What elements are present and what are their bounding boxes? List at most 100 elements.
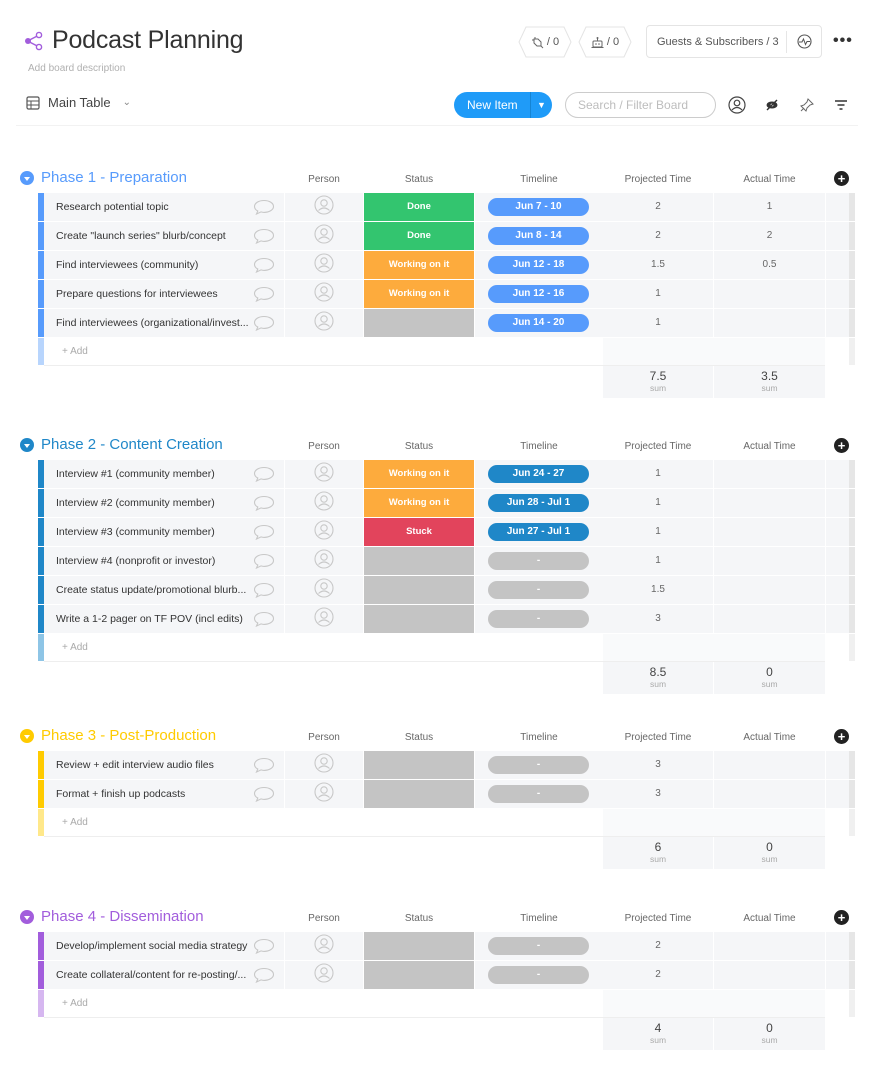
item-name[interactable]: Create collateral/content for re-posting… xyxy=(44,961,284,989)
hide-columns-button[interactable] xyxy=(762,95,782,115)
projected-time-cell[interactable]: 2 xyxy=(603,222,713,250)
activity-button[interactable] xyxy=(787,34,821,49)
item-name[interactable]: Review + edit interview audio files xyxy=(44,751,284,779)
table-row[interactable]: Format + finish up podcasts -3 xyxy=(0,780,874,809)
item-name[interactable]: Interview #2 (community member) xyxy=(44,489,284,517)
timeline-pill[interactable]: - xyxy=(488,610,589,628)
person-cell[interactable] xyxy=(285,932,363,960)
status-cell[interactable]: Working on it xyxy=(364,489,474,517)
timeline-cell[interactable]: Jun 12 - 18 xyxy=(475,251,603,279)
projected-time-cell[interactable]: 3 xyxy=(603,605,713,633)
timeline-pill[interactable]: Jun 14 - 20 xyxy=(488,314,589,332)
timeline-cell[interactable]: Jun 8 - 14 xyxy=(475,222,603,250)
timeline-cell[interactable]: - xyxy=(475,547,603,575)
table-row[interactable]: Prepare questions for interviewees Workin… xyxy=(0,280,874,309)
status-cell[interactable] xyxy=(364,932,474,960)
projected-time-cell[interactable]: 1.5 xyxy=(603,251,713,279)
view-switcher[interactable]: Main Table ⌄ xyxy=(26,95,131,110)
column-header-person[interactable]: Person xyxy=(285,913,363,924)
chevron-down-icon[interactable]: ▼ xyxy=(531,100,552,110)
chat-bubble-icon[interactable] xyxy=(253,967,275,984)
actual-time-cell[interactable] xyxy=(714,932,825,960)
timeline-pill[interactable]: Jun 28 - Jul 1 xyxy=(488,494,589,512)
add-item-row[interactable]: + Add xyxy=(0,809,874,837)
status-cell[interactable] xyxy=(364,309,474,337)
status-cell[interactable] xyxy=(364,605,474,633)
column-header-projected-time[interactable]: Projected Time xyxy=(603,174,713,185)
timeline-pill[interactable]: Jun 7 - 10 xyxy=(488,198,589,216)
add-item-row[interactable]: + Add xyxy=(0,990,874,1018)
column-header-status[interactable]: Status xyxy=(364,174,474,185)
status-cell[interactable]: Working on it xyxy=(364,460,474,488)
projected-time-cell[interactable]: 3 xyxy=(603,780,713,808)
column-header-timeline[interactable]: Timeline xyxy=(475,441,603,452)
person-cell[interactable] xyxy=(285,547,363,575)
group-title[interactable]: Phase 4 - Dissemination xyxy=(41,908,204,925)
column-header-actual-time[interactable]: Actual Time xyxy=(714,913,825,924)
table-row[interactable]: Interview #1 (community member) Working o… xyxy=(0,460,874,489)
timeline-cell[interactable]: Jun 14 - 20 xyxy=(475,309,603,337)
actual-time-cell[interactable] xyxy=(714,460,825,488)
item-name[interactable]: Interview #4 (nonprofit or investor) xyxy=(44,547,284,575)
timeline-pill[interactable]: Jun 12 - 16 xyxy=(488,285,589,303)
item-name[interactable]: Create "launch series" blurb/concept xyxy=(44,222,284,250)
chat-bubble-icon[interactable] xyxy=(253,466,275,483)
column-header-person[interactable]: Person xyxy=(285,441,363,452)
actual-time-cell[interactable] xyxy=(714,751,825,779)
more-options-icon[interactable]: ••• xyxy=(833,32,853,50)
timeline-cell[interactable]: Jun 28 - Jul 1 xyxy=(475,489,603,517)
item-name[interactable]: Find interviewees (community) xyxy=(44,251,284,279)
column-header-timeline[interactable]: Timeline xyxy=(475,913,603,924)
timeline-cell[interactable]: - xyxy=(475,961,603,989)
chat-bubble-icon[interactable] xyxy=(253,286,275,303)
pin-button[interactable] xyxy=(797,95,817,115)
collapse-group-icon[interactable] xyxy=(20,910,34,924)
chat-bubble-icon[interactable] xyxy=(253,524,275,541)
item-name[interactable]: Prepare questions for interviewees xyxy=(44,280,284,308)
status-cell[interactable] xyxy=(364,780,474,808)
item-name[interactable]: Research potential topic xyxy=(44,193,284,221)
item-name[interactable]: Interview #1 (community member) xyxy=(44,460,284,488)
item-name[interactable]: Format + finish up podcasts xyxy=(44,780,284,808)
add-column-icon[interactable]: + xyxy=(834,910,849,925)
item-name[interactable]: Develop/implement social media strategy xyxy=(44,932,284,960)
column-header-actual-time[interactable]: Actual Time xyxy=(714,732,825,743)
timeline-pill[interactable]: - xyxy=(488,785,589,803)
table-row[interactable]: Write a 1-2 pager on TF POV (incl edits)… xyxy=(0,605,874,634)
person-cell[interactable] xyxy=(285,460,363,488)
person-filter-button[interactable] xyxy=(727,95,747,115)
collapse-group-icon[interactable] xyxy=(20,729,34,743)
timeline-pill[interactable]: Jun 24 - 27 xyxy=(488,465,589,483)
column-header-actual-time[interactable]: Actual Time xyxy=(714,174,825,185)
timeline-pill[interactable]: - xyxy=(488,937,589,955)
person-cell[interactable] xyxy=(285,780,363,808)
timeline-cell[interactable]: Jun 24 - 27 xyxy=(475,460,603,488)
add-item-row[interactable]: + Add xyxy=(0,338,874,366)
chat-bubble-icon[interactable] xyxy=(253,228,275,245)
add-item-button[interactable]: + Add xyxy=(62,634,88,661)
table-row[interactable]: Create status update/promotional blurb..… xyxy=(0,576,874,605)
timeline-cell[interactable]: - xyxy=(475,932,603,960)
integrations-button[interactable]: / 0 xyxy=(518,26,572,58)
projected-time-cell[interactable]: 1 xyxy=(603,309,713,337)
actual-time-cell[interactable]: 2 xyxy=(714,222,825,250)
status-cell[interactable]: Done xyxy=(364,222,474,250)
column-header-timeline[interactable]: Timeline xyxy=(475,174,603,185)
table-row[interactable]: Develop/implement social media strategy -… xyxy=(0,932,874,961)
column-header-projected-time[interactable]: Projected Time xyxy=(603,732,713,743)
projected-time-cell[interactable]: 2 xyxy=(603,193,713,221)
column-header-timeline[interactable]: Timeline xyxy=(475,732,603,743)
guests-subscribers-button[interactable]: Guests & Subscribers / 3 xyxy=(646,25,822,58)
column-header-projected-time[interactable]: Projected Time xyxy=(603,913,713,924)
chat-bubble-icon[interactable] xyxy=(253,199,275,216)
group-title[interactable]: Phase 3 - Post-Production xyxy=(41,727,216,744)
column-header-actual-time[interactable]: Actual Time xyxy=(714,441,825,452)
projected-time-cell[interactable]: 1 xyxy=(603,547,713,575)
chat-bubble-icon[interactable] xyxy=(253,786,275,803)
timeline-cell[interactable]: Jun 7 - 10 xyxy=(475,193,603,221)
timeline-pill[interactable]: - xyxy=(488,966,589,984)
add-item-button[interactable]: + Add xyxy=(62,338,88,365)
group-title[interactable]: Phase 1 - Preparation xyxy=(41,169,187,186)
add-item-row[interactable]: + Add xyxy=(0,634,874,662)
status-cell[interactable]: Working on it xyxy=(364,251,474,279)
